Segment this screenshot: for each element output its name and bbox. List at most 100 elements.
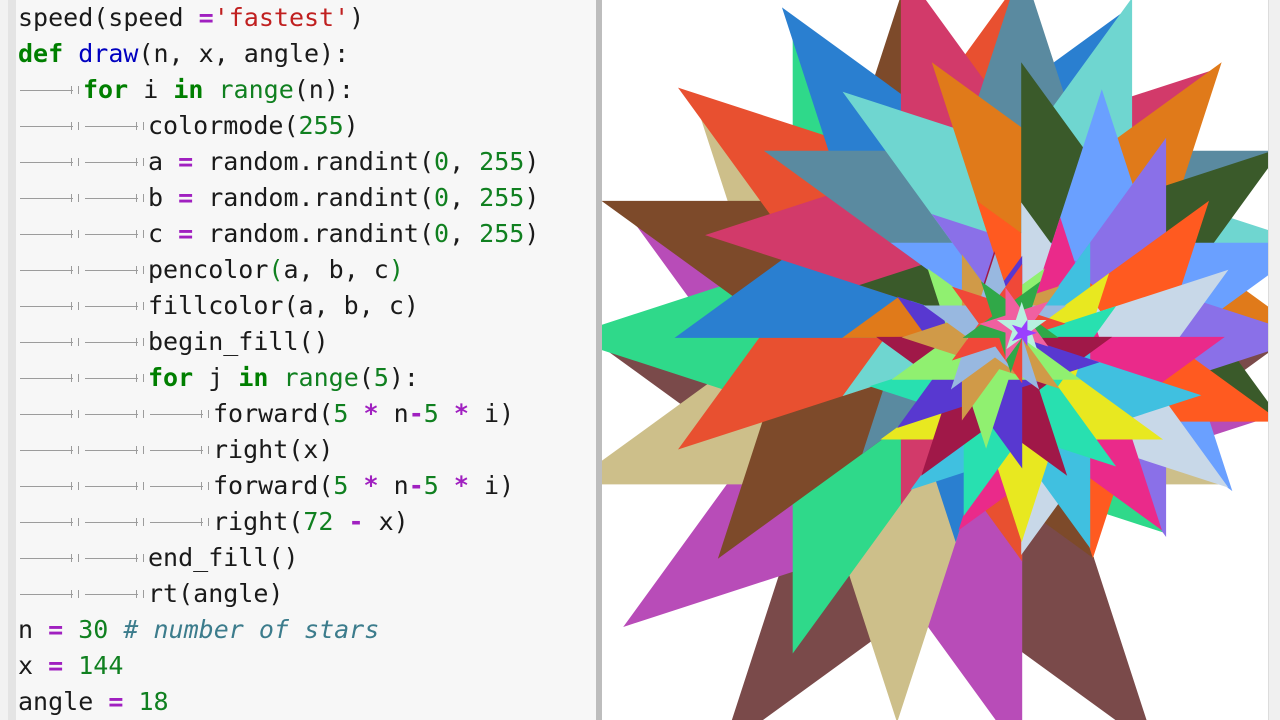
code-token: 0 (434, 147, 450, 176)
code-token: = (108, 687, 124, 716)
code-token: x) (363, 507, 409, 536)
code-editor[interactable]: speed(speed ='fastest') def draw(n, x, an… (8, 0, 597, 720)
code-line: speed(speed ='fastest') (18, 0, 364, 36)
code-line: fillcolor(a, b, c) (18, 288, 419, 324)
code-token: (n, x, angle): (138, 39, 350, 68)
code-token: ) (524, 219, 540, 248)
tab-marker (18, 468, 83, 504)
code-line: right(72 - x) (18, 504, 409, 540)
code-token: , (449, 219, 480, 248)
code-token: rt(angle) (148, 579, 284, 608)
code-token: fillcolor(a, b, c) (148, 291, 419, 320)
code-token: ) (343, 111, 359, 140)
code-token: random.randint( (193, 147, 434, 176)
code-line: def draw(n, x, angle): (18, 36, 349, 72)
code-token: 5 (333, 399, 349, 428)
tab-marker (18, 540, 83, 576)
tab-marker (83, 504, 148, 540)
code-token: 5 (333, 471, 349, 500)
tab-marker (18, 360, 83, 396)
code-token: 0 (434, 183, 450, 212)
code-token: def (18, 39, 64, 68)
code-line: for j in range(5): (18, 360, 419, 396)
tab-marker (83, 360, 148, 396)
code-token: b (148, 183, 179, 212)
code-token: end_fill() (148, 543, 299, 572)
tab-marker (83, 180, 148, 216)
code-token: 'fastest' (213, 3, 350, 32)
code-line: angle = 18 (18, 684, 169, 720)
code-line: n = 30 # number of stars (18, 612, 379, 648)
tab-marker (18, 288, 83, 324)
tab-marker (83, 396, 148, 432)
vertical-scrollbar[interactable] (1268, 0, 1280, 720)
code-token: right( (213, 507, 304, 536)
code-token: ): (388, 363, 419, 392)
tab-marker (83, 288, 148, 324)
code-line: forward(5 * n-5 * i) (18, 468, 514, 504)
code-token: 0 (434, 219, 450, 248)
code-token: begin_fill() (148, 327, 329, 356)
tab-marker (18, 72, 83, 108)
code-token: = (198, 3, 214, 32)
tab-marker (83, 324, 148, 360)
code-token: speed(speed (18, 3, 199, 32)
turtle-canvas (602, 0, 1268, 720)
tab-marker (83, 576, 148, 612)
code-token: random.randint( (193, 183, 434, 212)
code-token: a (148, 147, 179, 176)
tab-marker (148, 396, 213, 432)
code-line: pencolor(a, b, c) (18, 252, 404, 288)
tab-marker (18, 108, 83, 144)
tab-marker (18, 216, 83, 252)
code-token: * (363, 471, 379, 500)
code-token: range (283, 363, 359, 392)
tab-marker (18, 252, 83, 288)
code-token: angle (18, 687, 109, 716)
tab-marker (83, 468, 148, 504)
code-token: forward( (213, 399, 334, 428)
tab-marker (18, 396, 83, 432)
tab-marker (18, 324, 83, 360)
code-token: = (48, 615, 64, 644)
code-token: n (378, 471, 409, 500)
tab-marker (83, 216, 148, 252)
code-token: ( (268, 255, 284, 284)
code-line: right(x) (18, 432, 333, 468)
code-token: = (178, 183, 194, 212)
code-token: 30 (78, 615, 109, 644)
code-token: i (128, 75, 174, 104)
code-token: ) (388, 255, 404, 284)
code-token: random.randint( (193, 219, 434, 248)
code-token: , (449, 183, 480, 212)
code-line: a = random.randint(0, 255) (18, 144, 539, 180)
turtle-drawing (602, 0, 1268, 720)
code-token: right(x) (213, 435, 334, 464)
code-token: c (148, 219, 179, 248)
tab-marker (18, 432, 83, 468)
code-token: 5 (423, 399, 439, 428)
code-token: in (173, 75, 204, 104)
tab-marker (18, 180, 83, 216)
code-token: 5 (373, 363, 389, 392)
code-token: * (453, 471, 469, 500)
code-line: forward(5 * n-5 * i) (18, 396, 514, 432)
code-token: range (218, 75, 294, 104)
tab-marker (148, 468, 213, 504)
tab-marker (18, 144, 83, 180)
code-token: j (193, 363, 239, 392)
code-token: * (363, 399, 379, 428)
code-token: pencolor (148, 255, 269, 284)
code-token: (n): (293, 75, 354, 104)
code-line: end_fill() (18, 540, 299, 576)
code-token: 255 (298, 111, 344, 140)
